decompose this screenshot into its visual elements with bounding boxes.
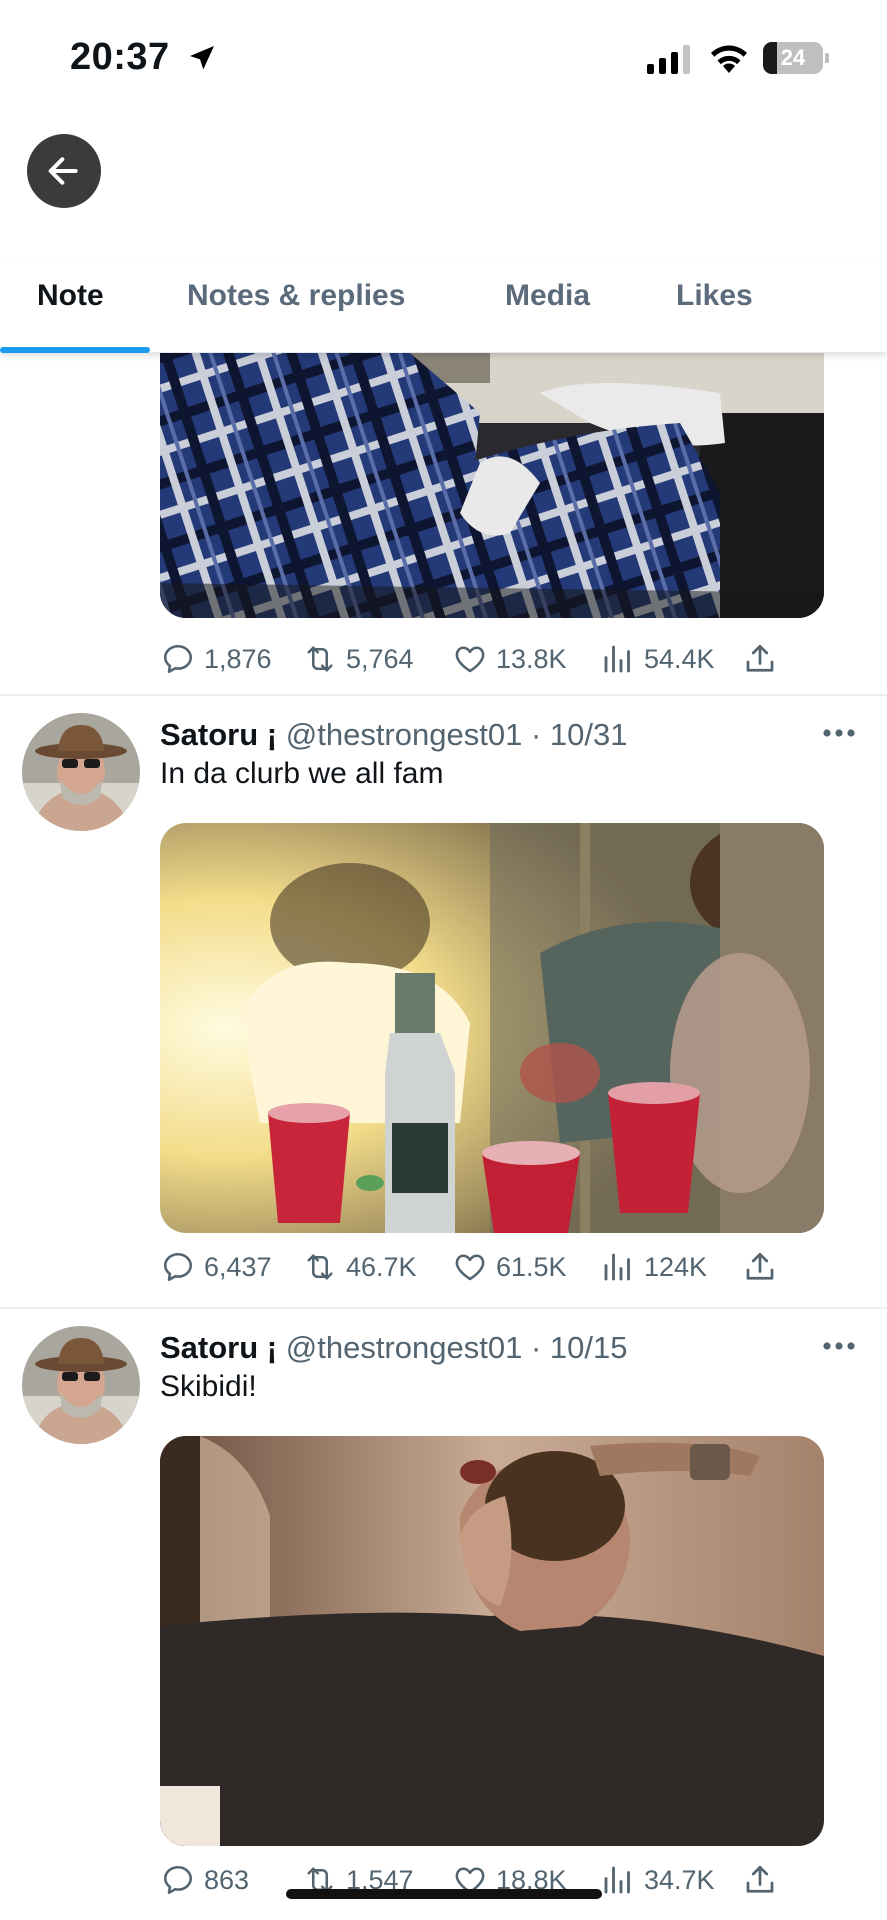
- location-arrow-icon: [190, 46, 214, 70]
- share-button[interactable]: [742, 637, 778, 681]
- post-header: Satoru ¡ @thestrongest01 · 10/15: [160, 1330, 627, 1366]
- repost-button[interactable]: 46.7K: [302, 1245, 417, 1289]
- post-media-image[interactable]: [160, 353, 824, 618]
- reply-icon: [160, 641, 196, 677]
- post-divider: [0, 694, 887, 696]
- post-date[interactable]: 10/15: [550, 1330, 628, 1365]
- heart-icon: [452, 641, 488, 677]
- repost-icon: [302, 641, 338, 677]
- post-actions: 1,876 5,764 13.8K 54.4K: [160, 637, 800, 681]
- share-icon: [742, 641, 778, 677]
- repost-count: 5,764: [346, 643, 414, 674]
- more-options-icon[interactable]: [822, 727, 856, 739]
- reply-button[interactable]: 1,876: [160, 637, 272, 681]
- repost-count: 46.7K: [346, 1251, 417, 1282]
- reply-icon: [160, 1249, 196, 1285]
- display-name[interactable]: Satoru ¡: [160, 717, 277, 752]
- reply-count: 1,876: [204, 643, 272, 674]
- repost-icon: [302, 1249, 338, 1285]
- post[interactable]: Satoru ¡ @thestrongest01 · 10/31 In da c…: [0, 713, 887, 1323]
- share-icon: [742, 1249, 778, 1285]
- views-button[interactable]: 34.7K: [600, 1858, 715, 1902]
- views-button[interactable]: 54.4K: [600, 637, 715, 681]
- reply-count: 6,437: [204, 1251, 272, 1282]
- views-chart-icon: [600, 1862, 636, 1898]
- battery-level: 24: [780, 45, 806, 70]
- photo-skibidi: [160, 1436, 824, 1846]
- post-date[interactable]: 10/31: [550, 717, 628, 752]
- reply-icon: [160, 1862, 196, 1898]
- tab-likes[interactable]: Likes: [676, 258, 753, 353]
- feed[interactable]: 1,876 5,764 13.8K 54.4K Satoru ¡ @thestr…: [0, 353, 887, 1920]
- post-text: In da clurb we all fam: [160, 757, 444, 790]
- views-button[interactable]: 124K: [600, 1245, 707, 1289]
- active-tab-indicator: [0, 347, 150, 353]
- view-count: 124K: [644, 1251, 708, 1282]
- post[interactable]: Satoru ¡ @thestrongest01 · 10/15 Skibidi…: [0, 1326, 887, 1920]
- user-handle[interactable]: @thestrongest01: [286, 717, 523, 752]
- like-count: 13.8K: [496, 643, 567, 674]
- battery-tip: [825, 53, 829, 63]
- status-bar: 20:37 24: [0, 0, 887, 120]
- post-text: Skibidi!: [160, 1370, 257, 1403]
- like-count: 61.5K: [496, 1251, 567, 1282]
- header-separator: ·: [530, 1330, 542, 1365]
- status-time: 20:37: [70, 36, 170, 78]
- tab-media[interactable]: Media: [505, 258, 590, 353]
- photo-plaid-pants: [160, 353, 824, 618]
- wifi-icon: [711, 45, 747, 73]
- view-count: 34.7K: [644, 1864, 715, 1895]
- user-handle[interactable]: @thestrongest01: [286, 1330, 523, 1365]
- tab-notes-and-replies[interactable]: Notes & replies: [187, 258, 405, 353]
- home-indicator[interactable]: [286, 1889, 602, 1899]
- reply-button[interactable]: 6,437: [160, 1245, 272, 1289]
- view-count: 54.4K: [644, 643, 715, 674]
- share-icon: [742, 1862, 778, 1898]
- post-media-image[interactable]: [160, 823, 824, 1233]
- tab-note[interactable]: Note: [37, 258, 104, 353]
- share-button[interactable]: [742, 1858, 778, 1902]
- heart-icon: [452, 1249, 488, 1285]
- battery-body: 24: [763, 42, 823, 74]
- views-chart-icon: [600, 1249, 636, 1285]
- profile-tabs: Note Notes & replies Media Likes: [0, 258, 887, 353]
- avatar-image: [22, 713, 140, 831]
- display-name[interactable]: Satoru ¡: [160, 1330, 277, 1365]
- header-separator: ·: [530, 717, 542, 752]
- reply-button[interactable]: 863: [160, 1858, 249, 1902]
- post-media-image[interactable]: [160, 1436, 824, 1846]
- post-header: Satoru ¡ @thestrongest01 · 10/31: [160, 717, 627, 753]
- post-divider: [0, 1307, 887, 1309]
- share-button[interactable]: [742, 1245, 778, 1289]
- avatar-image: [22, 1326, 140, 1444]
- cellular-signal-icon: [647, 45, 690, 74]
- avatar[interactable]: [22, 713, 140, 831]
- reply-count: 863: [204, 1864, 250, 1895]
- arrow-left-icon: [48, 157, 78, 185]
- photo-party-cups: [160, 823, 824, 1233]
- views-chart-icon: [600, 641, 636, 677]
- like-button[interactable]: 13.8K: [452, 637, 567, 681]
- back-button[interactable]: [27, 134, 101, 208]
- like-button[interactable]: 61.5K: [452, 1245, 567, 1289]
- battery-icon: 24: [763, 42, 829, 74]
- repost-button[interactable]: 5,764: [302, 637, 414, 681]
- more-options-icon[interactable]: [822, 1340, 856, 1352]
- post-actions: 6,437 46.7K 61.5K 124K: [160, 1245, 800, 1289]
- avatar[interactable]: [22, 1326, 140, 1444]
